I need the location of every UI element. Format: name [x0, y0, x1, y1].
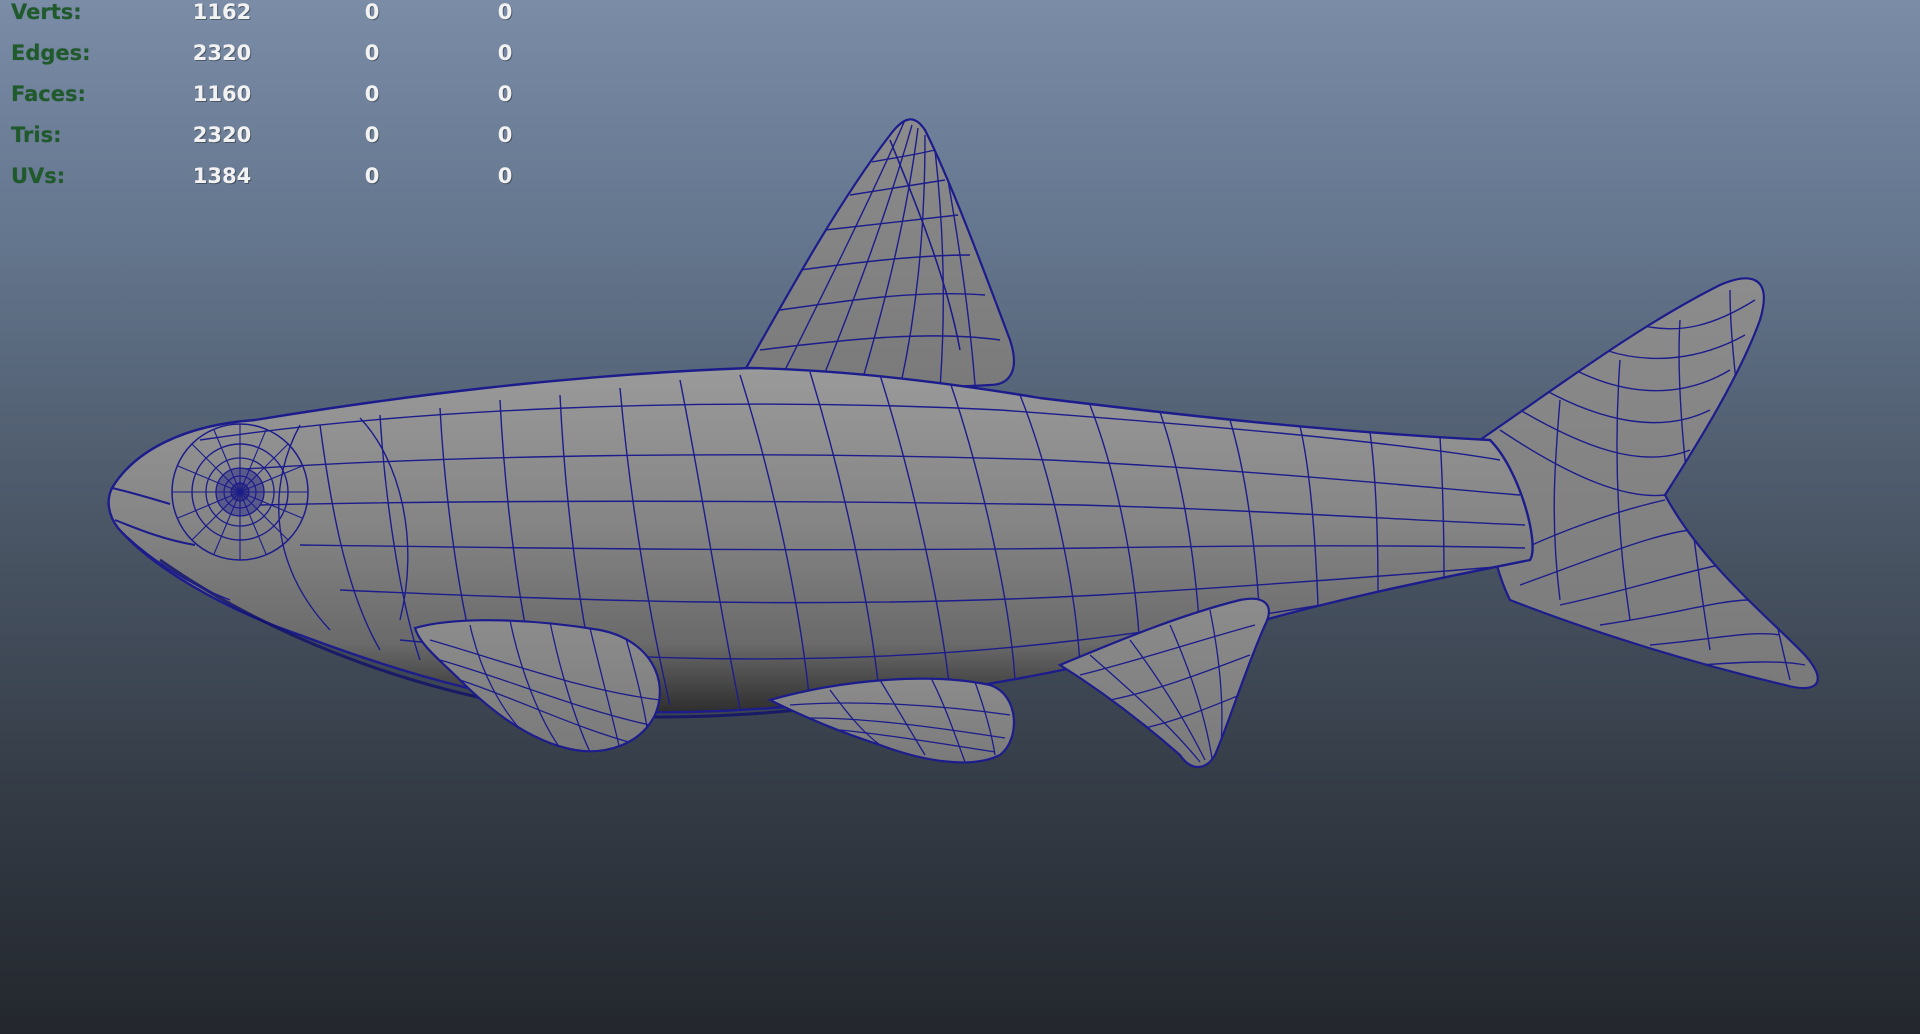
fish-model[interactable]: [0, 0, 1920, 1034]
fish-eye: [171, 423, 309, 561]
fish-body: [107, 366, 1534, 719]
caudal-fin: [1478, 277, 1819, 690]
3d-viewport[interactable]: Verts: 1162 0 0 Edges: 2320 0 0 Faces: 1…: [0, 0, 1920, 1034]
pectoral-fin: [413, 619, 661, 753]
dorsal-fin: [743, 118, 1015, 388]
